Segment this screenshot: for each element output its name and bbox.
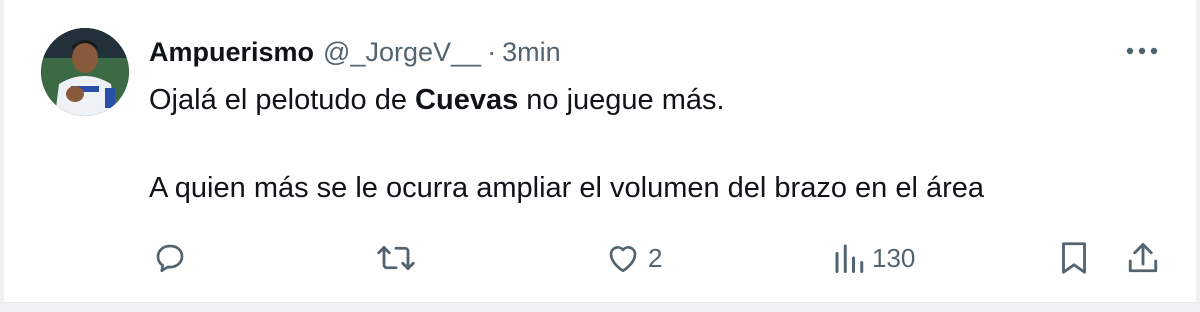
like-count: 2 xyxy=(648,242,663,273)
tweet-text-line-2: A quien más se le ocurra ampliar el volu… xyxy=(149,172,985,204)
reply-icon xyxy=(156,244,184,273)
bookmark-icon xyxy=(1062,242,1086,274)
tweet-text: Ojalá el pelotudo de Cuevas no juegue má… xyxy=(149,78,1159,210)
views-button[interactable]: 130 xyxy=(832,236,915,280)
user-handle[interactable]: @_JorgeV__ xyxy=(323,32,481,72)
display-name[interactable]: Ampuerismo xyxy=(149,32,314,72)
text-segment: no juegue más. xyxy=(518,84,725,116)
share-button[interactable] xyxy=(1126,236,1160,280)
heart-icon xyxy=(609,246,637,273)
views-count: 130 xyxy=(872,242,916,273)
separator-dot: · xyxy=(487,37,497,67)
reply-button[interactable] xyxy=(152,236,188,280)
tweet-text-line-1: Ojalá el pelotudo de Cuevas no juegue má… xyxy=(149,78,1159,122)
bookmark-button[interactable] xyxy=(1058,236,1090,280)
views-icon xyxy=(835,244,864,273)
more-icon xyxy=(1126,47,1158,55)
action-bar: 2 130 xyxy=(4,236,1196,280)
retweet-button[interactable] xyxy=(376,236,416,280)
tweet-card: Ampuerismo @_JorgeV__ · 3min Ojalá el pe… xyxy=(4,0,1196,303)
mention-bold: Cuevas xyxy=(415,84,519,116)
retweet-icon xyxy=(377,246,415,270)
like-button[interactable]: 2 xyxy=(604,236,662,280)
tweet-header: Ampuerismo @_JorgeV__ · 3min xyxy=(149,32,561,72)
avatar[interactable] xyxy=(41,28,129,116)
more-options-button[interactable] xyxy=(1122,34,1162,68)
timestamp[interactable]: 3min xyxy=(502,32,561,72)
text-segment: Ojalá el pelotudo de xyxy=(149,84,416,116)
share-icon xyxy=(1128,243,1158,273)
